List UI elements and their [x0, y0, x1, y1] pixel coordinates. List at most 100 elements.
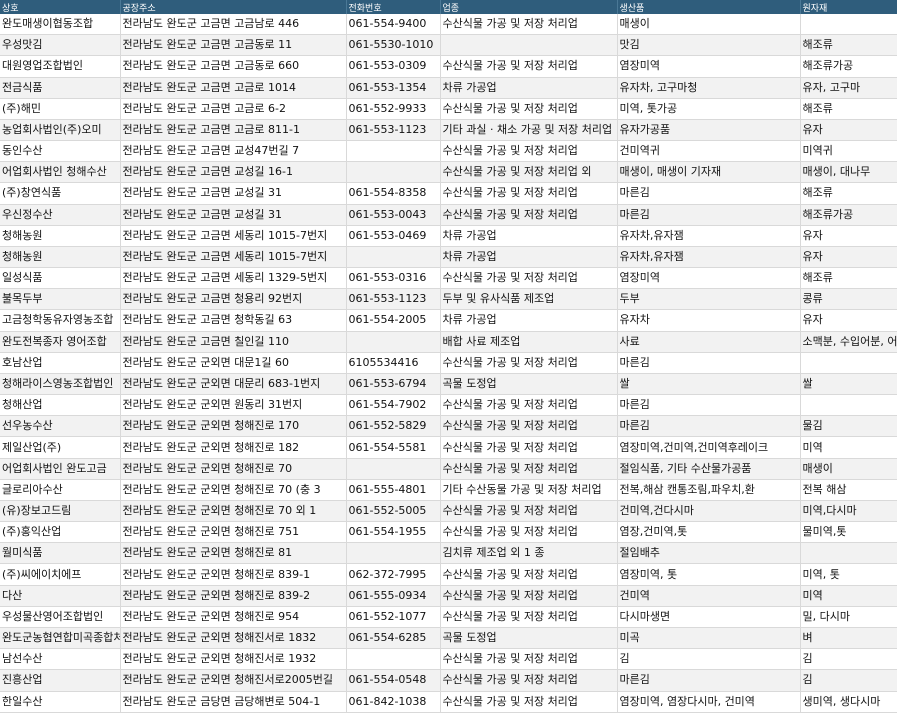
company-cell[interactable]: (주)씨에이치에프 — [0, 563, 121, 586]
industry-cell[interactable]: 수산식물 가공 및 저장 처리업 — [440, 648, 618, 671]
company-cell[interactable]: 우성맛김 — [0, 34, 121, 57]
raw-material-cell[interactable]: 매생이, 대나무 — [800, 161, 897, 184]
phone-cell[interactable]: 061-553-0043 — [346, 204, 441, 226]
industry-cell[interactable]: 수산식물 가공 및 저장 처리업 — [440, 669, 618, 692]
raw-material-cell[interactable]: 매생이 — [800, 458, 897, 480]
address-cell[interactable]: 전라남도 완도군 고금면 청용리 92번지 — [120, 288, 347, 311]
company-cell[interactable]: (주)홍익산업 — [0, 521, 121, 544]
phone-cell[interactable] — [346, 542, 441, 565]
product-cell[interactable]: 맛김 — [617, 34, 801, 57]
industry-cell[interactable]: 수산식물 가공 및 저장 처리업 — [440, 204, 618, 226]
company-cell[interactable]: 우신정수산 — [0, 204, 121, 226]
industry-cell[interactable]: 수산식물 가공 및 저장 처리업 — [440, 458, 618, 480]
industry-cell[interactable]: 수산식물 가공 및 저장 처리업 — [440, 521, 618, 544]
raw-material-cell[interactable]: 유자 — [800, 309, 897, 332]
raw-material-cell[interactable]: 유자 — [800, 246, 897, 269]
raw-material-cell[interactable]: 해조류가공 — [800, 204, 897, 226]
raw-material-cell[interactable]: 해조류 — [800, 267, 897, 290]
product-cell[interactable]: 마른김 — [617, 352, 801, 374]
industry-cell[interactable]: 수산식물 가공 및 저장 처리업 — [440, 182, 618, 205]
raw-material-cell[interactable]: 밀, 다시마 — [800, 606, 897, 628]
address-cell[interactable]: 전라남도 완도군 군외면 청해진서로 1932 — [120, 648, 347, 671]
product-cell[interactable]: 절임배추 — [617, 542, 801, 565]
phone-cell[interactable]: 061-554-1955 — [346, 521, 441, 544]
phone-cell[interactable]: 061-554-7902 — [346, 394, 441, 417]
industry-cell[interactable] — [440, 34, 618, 57]
address-cell[interactable]: 전라남도 완도군 군외면 대문리 683-1번지 — [120, 373, 347, 396]
product-cell[interactable]: 염장미역, 염장다시마, 건미역 — [617, 691, 801, 713]
company-cell[interactable]: 제일산업(주) — [0, 436, 121, 459]
product-cell[interactable]: 사료 — [617, 331, 801, 353]
product-cell[interactable]: 염장미역 — [617, 55, 801, 78]
company-cell[interactable]: 일성식품 — [0, 267, 121, 290]
industry-cell[interactable]: 차류 가공업 — [440, 225, 618, 247]
industry-cell[interactable]: 수산식물 가공 및 저장 처리업 — [440, 98, 618, 120]
industry-cell[interactable]: 곡물 도정업 — [440, 627, 618, 650]
company-cell[interactable]: 농업회사법인(주)오미 — [0, 119, 121, 142]
raw-material-cell[interactable]: 해조류 — [800, 98, 897, 120]
company-cell[interactable]: 완도매생이협동조합 — [0, 14, 121, 36]
product-cell[interactable]: 미곡 — [617, 627, 801, 650]
company-cell[interactable]: 호남산업 — [0, 352, 121, 374]
company-cell[interactable]: 대원영업조합법인 — [0, 55, 121, 78]
raw-material-cell[interactable] — [800, 14, 897, 36]
industry-cell[interactable]: 수산식물 가공 및 저장 처리업 — [440, 606, 618, 628]
raw-material-cell[interactable]: 김 — [800, 669, 897, 692]
address-cell[interactable]: 전라남도 완도군 군외면 대문1길 60 — [120, 352, 347, 374]
industry-cell[interactable]: 수산식물 가공 및 저장 처리업 — [440, 394, 618, 417]
phone-cell[interactable]: 061-554-6285 — [346, 627, 441, 650]
address-cell[interactable]: 전라남도 완도군 고금면 교성47번길 7 — [120, 140, 347, 163]
phone-cell[interactable]: 061-554-2005 — [346, 309, 441, 332]
industry-cell[interactable]: 수산식물 가공 및 저장 처리업 — [440, 691, 618, 713]
address-cell[interactable]: 전라남도 완도군 고금면 세동리 1015-7번지 — [120, 225, 347, 247]
product-cell[interactable]: 마른김 — [617, 182, 801, 205]
phone-cell[interactable]: 061-553-6794 — [346, 373, 441, 396]
company-cell[interactable]: 진흥산업 — [0, 669, 121, 692]
address-cell[interactable]: 전라남도 완도군 고금면 교성길 31 — [120, 204, 347, 226]
product-cell[interactable]: 김 — [617, 648, 801, 671]
company-cell[interactable]: 청해농원 — [0, 246, 121, 269]
company-cell[interactable]: 글로리아수산 — [0, 479, 121, 501]
phone-cell[interactable] — [346, 331, 441, 353]
column-header-factory-address[interactable]: 공장주소 — [120, 0, 347, 14]
address-cell[interactable]: 전라남도 완도군 군외면 원동리 31번지 — [120, 394, 347, 417]
phone-cell[interactable]: 061-555-4801 — [346, 479, 441, 501]
company-cell[interactable]: (주)해민 — [0, 98, 121, 120]
raw-material-cell[interactable] — [800, 542, 897, 565]
product-cell[interactable]: 유자차 — [617, 309, 801, 332]
industry-cell[interactable]: 수산식물 가공 및 저장 처리업 — [440, 267, 618, 290]
phone-cell[interactable]: 061-555-0934 — [346, 585, 441, 607]
address-cell[interactable]: 전라남도 완도군 군외면 청해진로 70 외 1 — [120, 500, 347, 523]
product-cell[interactable]: 매생이, 매생이 기자재 — [617, 161, 801, 184]
phone-cell[interactable]: 061-553-1123 — [346, 288, 441, 311]
raw-material-cell[interactable]: 유자 — [800, 225, 897, 247]
product-cell[interactable]: 유자차, 고구마청 — [617, 77, 801, 99]
address-cell[interactable]: 전라남도 완도군 고금면 고금동로 660 — [120, 55, 347, 78]
product-cell[interactable]: 염장미역,건미역,건미역후레이크 — [617, 436, 801, 459]
address-cell[interactable]: 전라남도 완도군 고금면 교성길 16-1 — [120, 161, 347, 184]
company-cell[interactable]: 한일수산 — [0, 691, 121, 713]
address-cell[interactable]: 전라남도 완도군 군외면 청해진로 182 — [120, 436, 347, 459]
product-cell[interactable]: 마른김 — [617, 394, 801, 417]
industry-cell[interactable]: 기타 과실 · 채소 가공 및 저장 처리업 — [440, 119, 618, 142]
raw-material-cell[interactable]: 미역, 톳 — [800, 563, 897, 586]
address-cell[interactable]: 전라남도 완도군 군외면 청해진로 81 — [120, 542, 347, 565]
raw-material-cell[interactable]: 벼 — [800, 627, 897, 650]
raw-material-cell[interactable]: 물미역,톳 — [800, 521, 897, 544]
column-header-company[interactable]: 상호 — [0, 0, 121, 14]
raw-material-cell[interactable]: 미역,다시마 — [800, 500, 897, 523]
company-cell[interactable]: (주)창연식품 — [0, 182, 121, 205]
product-cell[interactable]: 다시마생면 — [617, 606, 801, 628]
industry-cell[interactable]: 김치류 제조업 외 1 종 — [440, 542, 618, 565]
phone-cell[interactable] — [346, 140, 441, 163]
company-cell[interactable]: 고금청학동유자영농조합 — [0, 309, 121, 332]
phone-cell[interactable] — [346, 648, 441, 671]
company-cell[interactable]: 월미식품 — [0, 542, 121, 565]
address-cell[interactable]: 전라남도 완도군 고금면 고금동로 11 — [120, 34, 347, 57]
address-cell[interactable]: 전라남도 완도군 군외면 청해진로 839-1 — [120, 563, 347, 586]
industry-cell[interactable]: 차류 가공업 — [440, 246, 618, 269]
product-cell[interactable]: 염장,건미역,톳 — [617, 521, 801, 544]
phone-cell[interactable] — [346, 161, 441, 184]
company-cell[interactable]: (유)장보고드림 — [0, 500, 121, 523]
company-cell[interactable]: 전금식품 — [0, 77, 121, 99]
